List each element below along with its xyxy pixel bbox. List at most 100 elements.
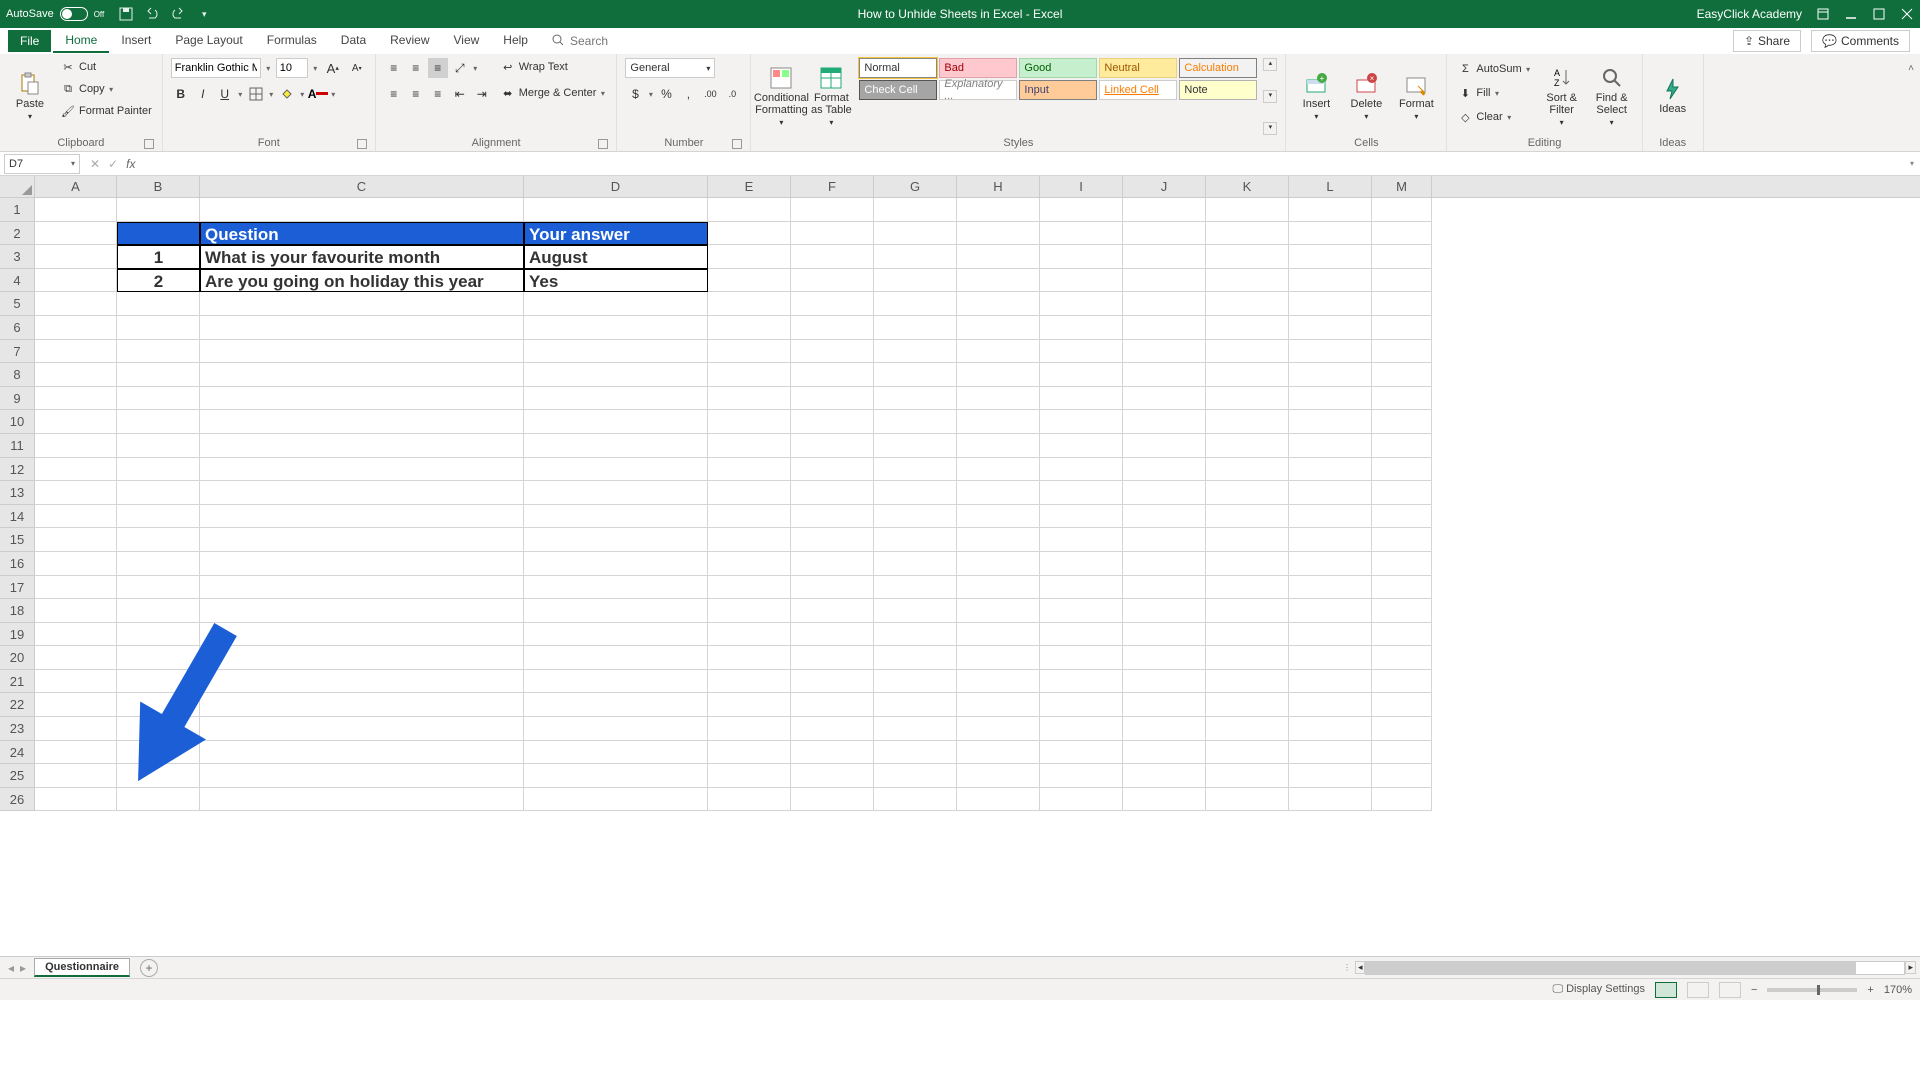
cell[interactable] [708, 198, 791, 222]
cell[interactable] [1123, 410, 1206, 434]
cell[interactable] [1206, 410, 1289, 434]
cell[interactable] [1206, 717, 1289, 741]
cell[interactable] [524, 623, 708, 647]
cell[interactable] [874, 316, 957, 340]
cell[interactable] [791, 481, 874, 505]
sheet-tab-questionnaire[interactable]: Questionnaire [34, 958, 130, 977]
cell[interactable] [957, 528, 1040, 552]
cell[interactable] [524, 316, 708, 340]
expand-formula-bar-icon[interactable]: ▾ [1904, 159, 1920, 168]
cell[interactable] [957, 198, 1040, 222]
cell[interactable] [1123, 222, 1206, 246]
cell[interactable] [708, 292, 791, 316]
cell[interactable] [1206, 363, 1289, 387]
cell[interactable] [957, 434, 1040, 458]
cell[interactable] [1123, 764, 1206, 788]
cell[interactable] [35, 670, 117, 694]
cell[interactable] [1289, 552, 1372, 576]
column-header[interactable]: J [1123, 176, 1206, 197]
cell[interactable] [1123, 458, 1206, 482]
cell[interactable] [1289, 269, 1372, 293]
cell[interactable] [1289, 505, 1372, 529]
cell[interactable] [35, 693, 117, 717]
cancel-icon[interactable]: ✕ [90, 157, 100, 171]
cell[interactable] [1040, 670, 1123, 694]
ideas-button[interactable]: Ideas [1651, 58, 1695, 135]
cell[interactable] [1372, 764, 1432, 788]
cell[interactable] [1040, 410, 1123, 434]
tab-data[interactable]: Data [329, 29, 378, 53]
currency-icon[interactable]: $ [625, 84, 645, 104]
dialog-launcher-icon[interactable] [357, 139, 367, 149]
cell[interactable] [957, 717, 1040, 741]
cell[interactable] [200, 434, 524, 458]
cell[interactable] [1372, 741, 1432, 765]
cell[interactable] [1206, 646, 1289, 670]
cell[interactable] [1372, 528, 1432, 552]
column-header[interactable]: F [791, 176, 874, 197]
row-header[interactable]: 15 [0, 528, 35, 552]
cell[interactable] [1289, 576, 1372, 600]
cell[interactable] [791, 505, 874, 529]
cell[interactable] [1206, 458, 1289, 482]
cell[interactable] [1040, 646, 1123, 670]
cell[interactable] [957, 788, 1040, 812]
cell[interactable] [1206, 693, 1289, 717]
cell[interactable] [791, 269, 874, 293]
decrease-font-icon[interactable]: A▾ [347, 58, 367, 78]
column-header[interactable]: E [708, 176, 791, 197]
font-name-input[interactable] [171, 58, 261, 78]
cell[interactable] [874, 717, 957, 741]
align-right-icon[interactable]: ≡ [428, 84, 448, 104]
cell[interactable] [874, 292, 957, 316]
cell[interactable] [708, 552, 791, 576]
cell[interactable] [117, 434, 200, 458]
cell[interactable] [200, 764, 524, 788]
cell[interactable] [524, 670, 708, 694]
cell[interactable] [1123, 576, 1206, 600]
cell[interactable] [524, 410, 708, 434]
chevron-down-icon[interactable]: ▾ [299, 84, 306, 104]
cell[interactable] [35, 387, 117, 411]
cell[interactable] [1123, 741, 1206, 765]
cell[interactable] [1040, 387, 1123, 411]
sort-filter-button[interactable]: AZSort & Filter▾ [1540, 58, 1584, 135]
cell[interactable] [791, 764, 874, 788]
scroll-left-icon[interactable]: ◂ [1355, 961, 1366, 974]
cell[interactable] [874, 788, 957, 812]
cell[interactable] [1372, 222, 1432, 246]
styles-scrollbar[interactable]: ▴▾▾ [1263, 58, 1277, 135]
cell[interactable] [1206, 340, 1289, 364]
cell[interactable] [524, 434, 708, 458]
cell[interactable] [200, 458, 524, 482]
cell[interactable] [1040, 245, 1123, 269]
cell[interactable] [35, 245, 117, 269]
cell[interactable] [708, 646, 791, 670]
expand-icon[interactable]: ▾ [1263, 122, 1277, 135]
cell[interactable] [708, 741, 791, 765]
border-button[interactable] [246, 84, 266, 104]
cell[interactable] [1040, 576, 1123, 600]
cell[interactable] [957, 222, 1040, 246]
cell[interactable] [791, 576, 874, 600]
zoom-out-button[interactable]: − [1751, 984, 1757, 996]
cell[interactable] [957, 410, 1040, 434]
cell[interactable] [117, 410, 200, 434]
chevron-down-icon[interactable]: ▾ [472, 58, 479, 78]
cell[interactable] [1040, 316, 1123, 340]
cell-style-linked-cell[interactable]: Linked Cell [1099, 80, 1177, 100]
cell[interactable] [1206, 387, 1289, 411]
cell[interactable] [200, 340, 524, 364]
cell[interactable] [200, 788, 524, 812]
cell[interactable] [1289, 528, 1372, 552]
minimize-icon[interactable] [1844, 7, 1858, 21]
cell[interactable] [1123, 340, 1206, 364]
sheet-nav-next-icon[interactable]: ▸ [20, 961, 26, 975]
cell-style-note[interactable]: Note [1179, 80, 1257, 100]
cell[interactable] [1206, 528, 1289, 552]
cell[interactable] [1040, 788, 1123, 812]
cell[interactable] [874, 599, 957, 623]
cell[interactable] [874, 646, 957, 670]
cell[interactable] [1123, 481, 1206, 505]
tab-page-layout[interactable]: Page Layout [163, 29, 254, 53]
